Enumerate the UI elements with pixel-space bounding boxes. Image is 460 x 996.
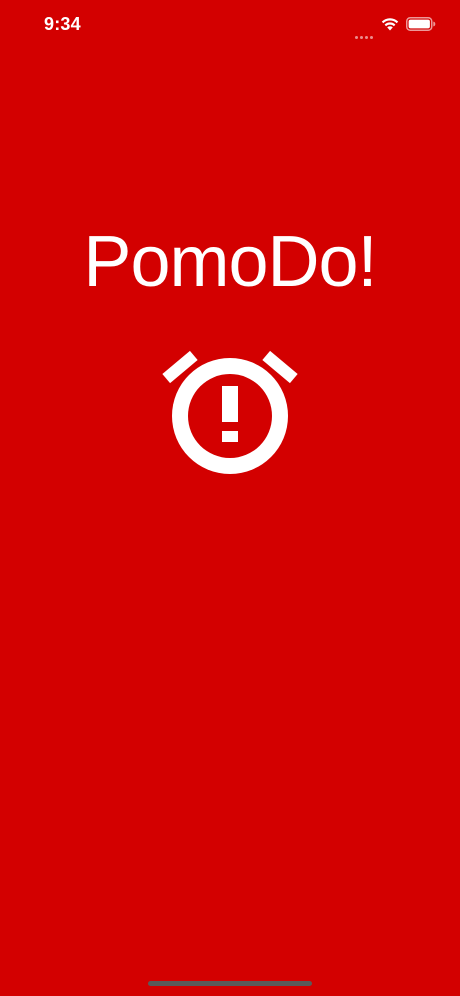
status-bar: 9:34 xyxy=(0,0,460,50)
status-time: 9:34 xyxy=(44,14,81,34)
battery-icon xyxy=(406,17,436,31)
splash-screen: 9:34 PomoDo! xyxy=(0,0,460,996)
app-title: PomoDo! xyxy=(83,222,377,302)
alarm-clock-alert-icon xyxy=(162,350,298,474)
cellular-signal-icon xyxy=(355,26,375,39)
wifi-icon xyxy=(381,18,399,31)
home-indicator[interactable] xyxy=(148,981,312,986)
